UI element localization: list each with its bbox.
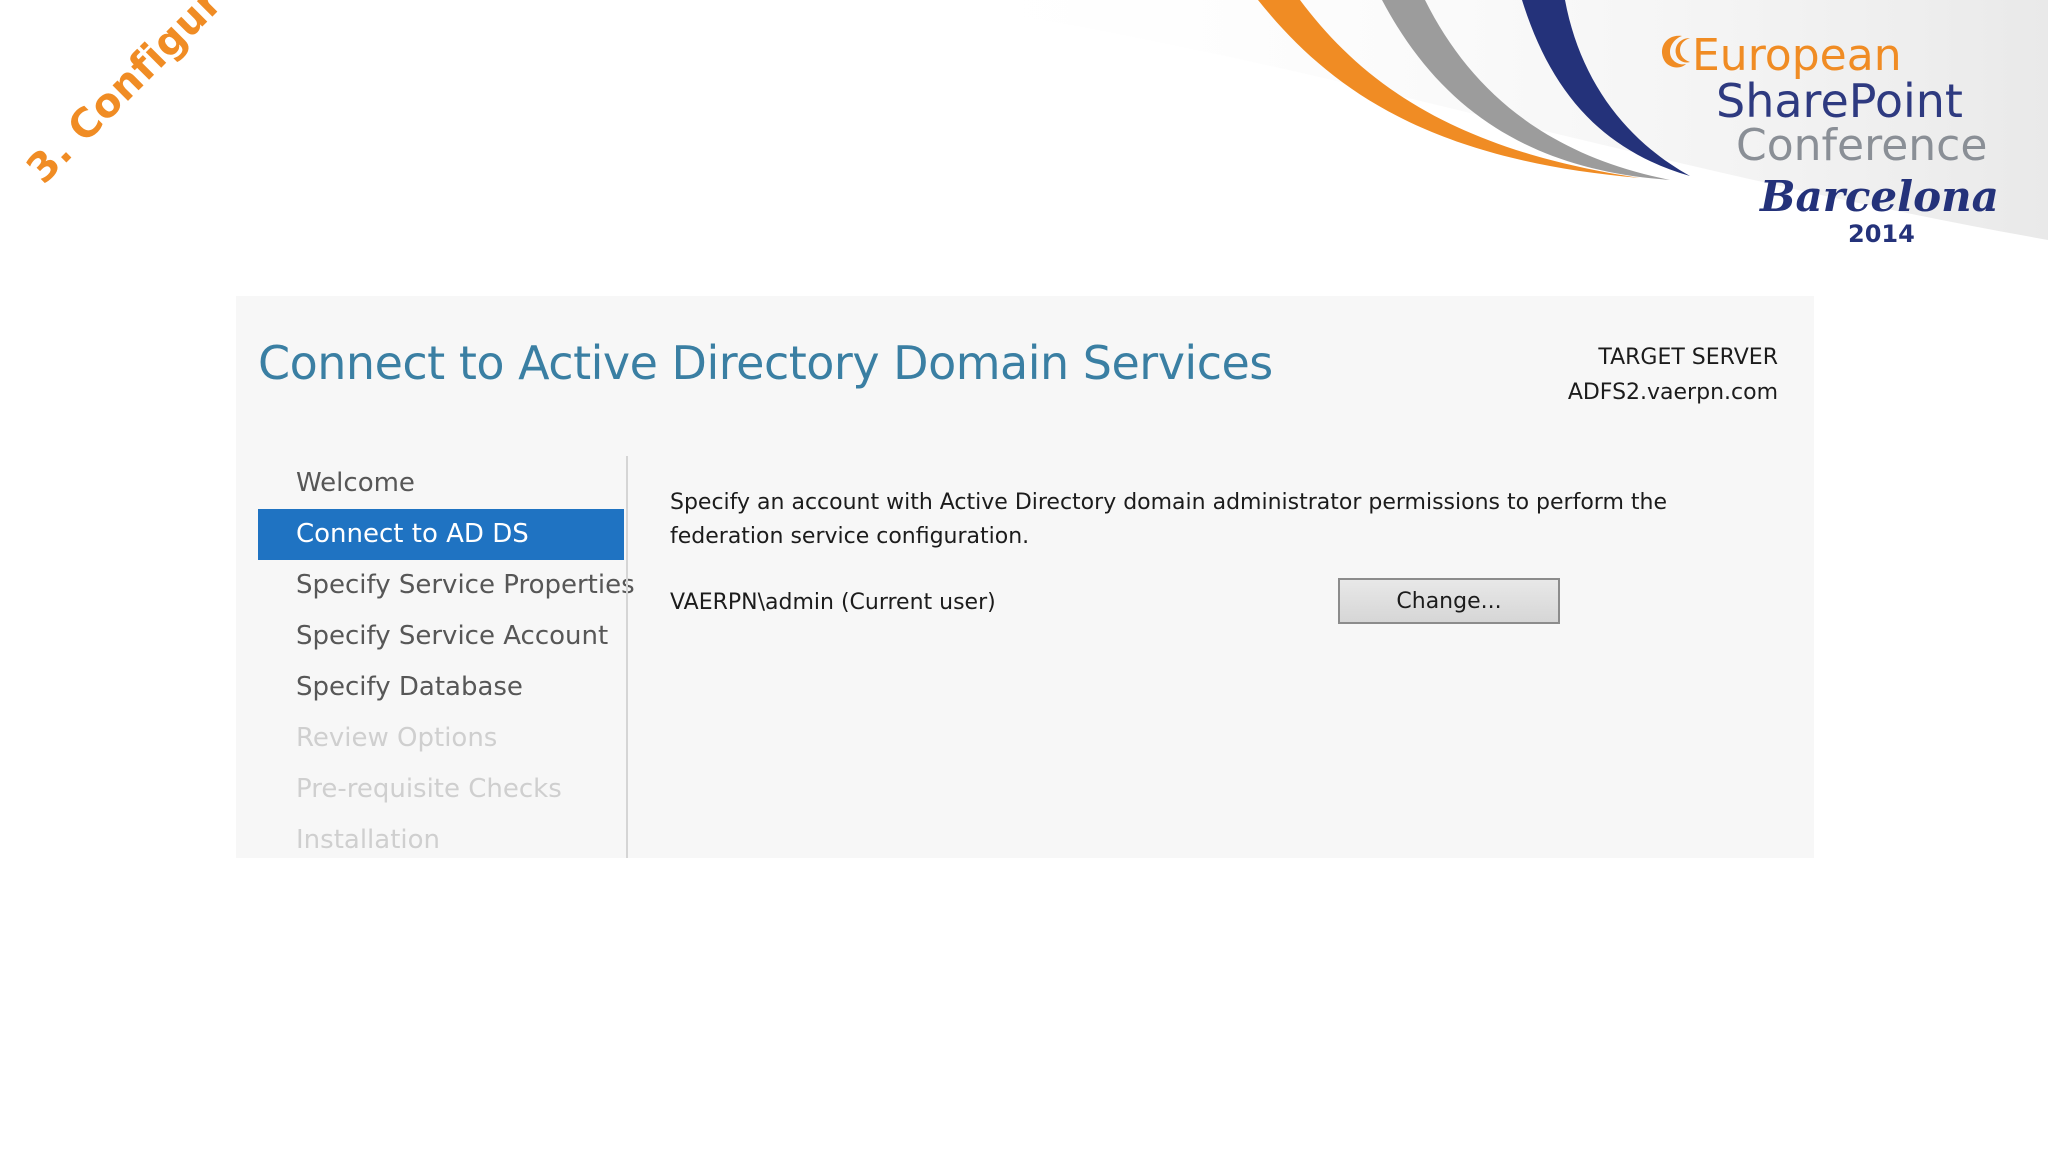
adfs-configuration-wizard: Connect to Active Directory Domain Servi… — [236, 296, 1814, 858]
wizard-step-nav: Welcome Connect to AD DS Specify Service… — [258, 458, 635, 866]
current-account: VAERPN\admin (Current user) — [670, 590, 996, 615]
nav-step-service-account[interactable]: Specify Service Account — [258, 611, 624, 662]
nav-step-prerequisite-checks: Pre-requisite Checks — [296, 774, 562, 804]
logo-mark-icon — [1662, 35, 1690, 68]
target-server-info: TARGET SERVER ADFS2.vaerpn.com — [1568, 340, 1778, 410]
account-row: VAERPN\admin (Current user) Change... — [670, 578, 1770, 628]
step-description: Specify an account with Active Directory… — [670, 490, 1667, 549]
nav-step-installation: Installation — [296, 825, 441, 855]
target-server-value: ADFS2.vaerpn.com — [1567, 380, 1778, 405]
nav-step-database[interactable]: Specify Database — [258, 662, 624, 713]
target-server-label: TARGET SERVER — [1598, 345, 1778, 370]
logo-text-conference: Conference — [1736, 120, 1988, 171]
nav-step-review-options: Review Options — [296, 723, 498, 753]
page-title: Connect to Active Directory Domain Servi… — [258, 336, 1273, 390]
logo-text-city: Barcelona — [1760, 172, 1999, 221]
change-account-button[interactable]: Change... — [1338, 578, 1560, 624]
logo-text-year: 2014 — [1848, 220, 1915, 248]
nav-divider — [626, 456, 628, 858]
conference-logo: European SharePoint Conference Barcelona… — [1620, 20, 2020, 260]
wizard-content: Specify an account with Active Directory… — [670, 486, 1770, 624]
nav-step-welcome[interactable]: Welcome — [258, 458, 624, 509]
nav-step-service-properties[interactable]: Specify Service Properties — [258, 560, 635, 611]
nav-step-connect-to-ad-ds[interactable]: Connect to AD DS — [258, 509, 624, 560]
